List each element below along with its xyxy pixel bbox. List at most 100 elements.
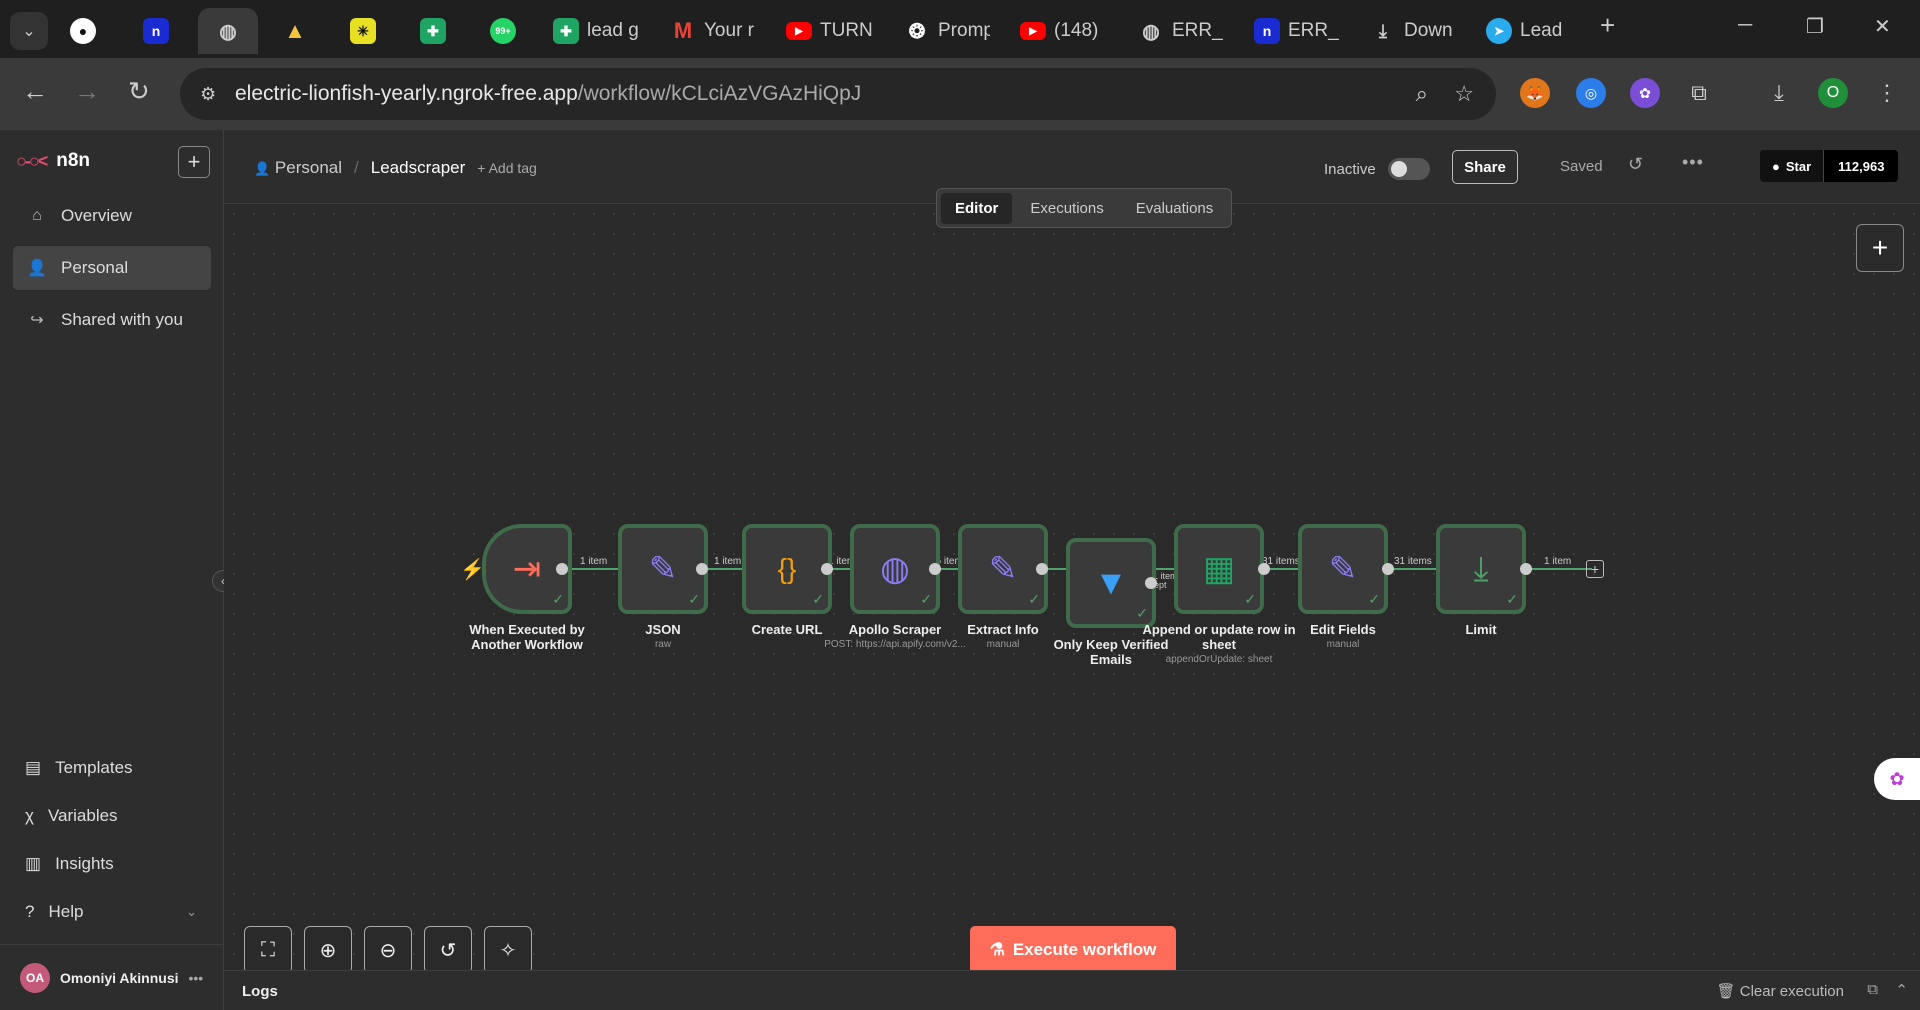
sidebar-item-personal[interactable]: 👤 Personal (13, 246, 211, 290)
browser-tab[interactable]: ✚ (420, 12, 460, 50)
browser-tab[interactable]: ❂ Promp (904, 12, 990, 50)
sidebar-item-help[interactable]: ? Help ⌄ (13, 892, 211, 932)
node-apollo-scraper[interactable]: ◍ ✓ (850, 524, 940, 614)
output-handle[interactable] (1145, 577, 1157, 589)
chevron-up-icon[interactable]: ⌃ (1895, 981, 1908, 999)
metamask-icon[interactable]: 🦊 (1520, 78, 1550, 108)
browser-tab[interactable]: ➤ Lead (1486, 12, 1572, 50)
globe-icon: ◍ (1142, 20, 1160, 43)
node-extract-info[interactable]: ✎ ✓ (958, 524, 1048, 614)
output-handle[interactable] (1520, 563, 1532, 575)
logs-panel[interactable]: Logs 🗑 Clear execution ⧉ ⌃ (224, 970, 1920, 1010)
tidy-up-button[interactable]: ✧ (484, 926, 532, 974)
brain-extension-icon[interactable]: ✿ (1630, 78, 1660, 108)
popout-icon[interactable]: ⧉ (1867, 981, 1878, 998)
sidebar-item-variables[interactable]: χ Variables (13, 796, 211, 836)
browser-menu-icon[interactable]: ⋮ (1872, 78, 1902, 108)
sidebar-item-insights[interactable]: ▥ Insights (13, 844, 211, 884)
browser-tab[interactable]: ▶ TURN (786, 12, 872, 50)
n8n-logo[interactable]: ○-○< n8n (16, 150, 90, 172)
add-next-node-icon[interactable]: + (1586, 560, 1604, 578)
undo-icon: ↺ (439, 939, 457, 962)
sidebar-item-label: Insights (55, 854, 114, 873)
bookmark-star-icon[interactable]: ☆ (1454, 81, 1474, 107)
tab-executions[interactable]: Executions (1016, 193, 1117, 224)
browser-tab[interactable]: ✚ lead g (553, 12, 639, 50)
share-button[interactable]: Share (1452, 150, 1518, 184)
zoom-icon[interactable]: ⌕ (1416, 81, 1428, 107)
new-tab-button[interactable]: + (1600, 10, 1615, 41)
clear-execution-button[interactable]: 🗑 Clear execution (1717, 982, 1844, 1000)
workflow-canvas[interactable]: Editor Executions Evaluations + 1 item 1… (224, 188, 1920, 974)
reset-zoom-button[interactable]: ↺ (424, 926, 472, 974)
node-limit[interactable]: ⤓ ✓ (1436, 524, 1526, 614)
browser-tab[interactable]: ⤓ Down (1370, 12, 1456, 50)
url-text[interactable]: electric-lionfish-yearly.ngrok-free.app/… (235, 82, 861, 106)
output-handle[interactable] (929, 563, 941, 575)
browser-tab[interactable]: ▶ (148) (1020, 12, 1106, 50)
breadcrumb-project[interactable]: 👤 Personal (254, 158, 342, 178)
node-append-or-update-row[interactable]: ▦ ✓ (1174, 524, 1264, 614)
minimize-button[interactable]: ─ (1738, 14, 1752, 37)
more-options-icon[interactable]: ••• (1682, 152, 1704, 173)
node-json[interactable]: ✎ ✓ (618, 524, 708, 614)
execute-workflow-button[interactable]: ⚗ Execute workflow (970, 926, 1176, 974)
add-tag-link[interactable]: + Add tag (477, 160, 537, 176)
output-handle[interactable] (821, 563, 833, 575)
back-button[interactable]: ← (22, 76, 48, 107)
history-icon[interactable]: ↺ (1628, 154, 1643, 175)
profile-avatar[interactable]: O (1818, 78, 1848, 108)
active-toggle[interactable] (1387, 158, 1430, 180)
restore-button[interactable]: ❐ (1806, 14, 1824, 39)
forward-button[interactable]: → (74, 76, 100, 107)
browser-tab[interactable]: ● (70, 12, 110, 50)
github-star-button[interactable]: ● Star 112,963 (1760, 150, 1899, 182)
output-handle[interactable] (1258, 563, 1270, 575)
puzzle-extensions-icon[interactable]: ⧉ (1684, 78, 1714, 108)
user-menu[interactable]: OA Omoniyi Akinnusi ••• (0, 944, 224, 1010)
output-handle[interactable] (1382, 563, 1394, 575)
tab-evaluations[interactable]: Evaluations (1122, 193, 1228, 224)
tab-search-button[interactable]: ⌄ (10, 12, 48, 50)
extension-icon[interactable]: ◎ (1576, 78, 1606, 108)
downloads-icon[interactable]: ⤓ (1764, 78, 1794, 108)
workflow-name[interactable]: Leadscraper (371, 158, 466, 178)
browser-tab[interactable]: n ERR_N (1254, 12, 1340, 50)
output-handle[interactable] (1036, 563, 1048, 575)
node-edit-fields[interactable]: ✎ ✓ (1298, 524, 1388, 614)
browser-tab[interactable]: ▲ (282, 12, 322, 50)
site-info-icon[interactable]: ⚙ (200, 84, 216, 105)
sidebar-item-overview[interactable]: ⌂ Overview (13, 194, 211, 238)
add-node-button[interactable]: + (1856, 224, 1904, 272)
node-create-url[interactable]: {} ✓ (742, 524, 832, 614)
close-window-button[interactable]: ✕ (1874, 14, 1891, 39)
tab-title: Lead (1520, 20, 1563, 41)
browser-tab[interactable]: M Your r (670, 12, 756, 50)
n-icon: n (143, 18, 169, 44)
zoom-out-button[interactable]: ⊖ (364, 926, 412, 974)
tab-editor[interactable]: Editor (941, 192, 1013, 224)
user-more-icon[interactable]: ••• (189, 970, 204, 986)
browser-tab[interactable]: ✳ (350, 12, 390, 50)
output-handle[interactable] (556, 563, 568, 575)
address-bar[interactable]: ⚙ electric-lionfish-yearly.ngrok-free.ap… (180, 68, 1496, 120)
success-check-icon: ✓ (1506, 591, 1518, 607)
browser-tab[interactable]: ◍ ERR_N (1138, 12, 1224, 50)
fit-view-button[interactable]: ⛶ (244, 926, 292, 974)
browser-tab[interactable]: 99+ (490, 12, 530, 50)
browser-tab-active[interactable]: ◍ (198, 8, 258, 54)
pencil-icon: ✎ (1328, 550, 1358, 588)
create-button[interactable]: + (178, 146, 210, 178)
output-handle[interactable] (696, 563, 708, 575)
ask-ai-button[interactable]: ✿ (1874, 758, 1920, 800)
sidebar-item-templates[interactable]: ▤ Templates (13, 748, 211, 788)
github-icon: ● (70, 18, 96, 44)
zoom-in-button[interactable]: ⊕ (304, 926, 352, 974)
browser-tab[interactable]: n (143, 12, 183, 50)
node-only-keep-verified-emails[interactable]: ▼ ✓ (1066, 538, 1156, 628)
reload-button[interactable]: ↻ (128, 76, 150, 107)
sidebar-item-shared[interactable]: ↪ Shared with you (13, 298, 211, 342)
github-icon: ● (1772, 158, 1780, 174)
connection[interactable] (1526, 568, 1592, 570)
youtube-icon: ▶ (786, 22, 812, 40)
